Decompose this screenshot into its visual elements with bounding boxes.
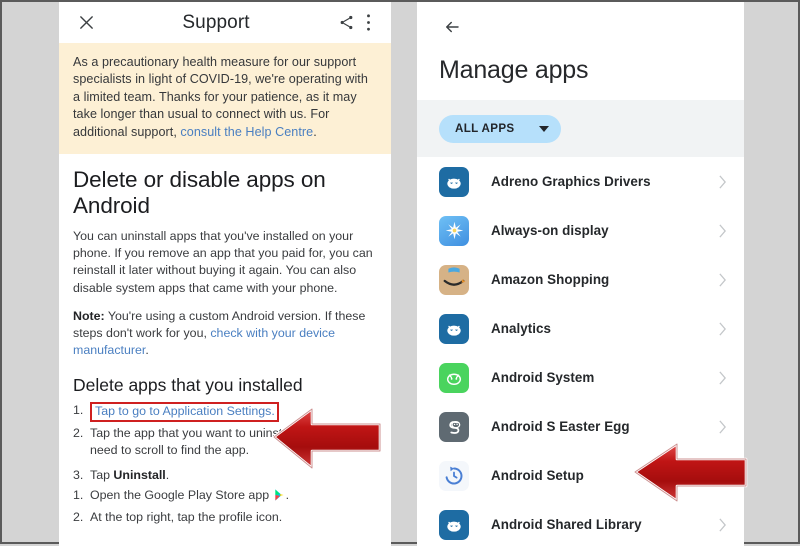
chevron-right-icon[interactable] bbox=[716, 468, 728, 483]
android-head-icon bbox=[439, 362, 469, 393]
step-text-prefix: Tap bbox=[90, 468, 114, 483]
step-text: Tap to go to Application Settings. bbox=[90, 402, 377, 423]
step-text-suffix: . bbox=[285, 488, 290, 503]
android-head-icon bbox=[439, 509, 469, 540]
list-item: 1. Tap to go to Application Settings. bbox=[73, 402, 377, 423]
list-item: 2. Tap the app that you want to uninstal… bbox=[73, 425, 377, 459]
section-title: Delete apps that you installed bbox=[73, 375, 303, 396]
application-settings-link[interactable]: Tap to go to Application Settings. bbox=[90, 402, 279, 423]
app-name: Always-on display bbox=[491, 223, 609, 238]
chevron-down-icon bbox=[539, 125, 549, 132]
app-name: Amazon Shopping bbox=[491, 272, 610, 287]
table-row[interactable]: Analytics bbox=[417, 304, 744, 353]
play-store-icon bbox=[274, 489, 285, 506]
chevron-right-icon[interactable] bbox=[716, 223, 728, 238]
app-name: Android S Easter Egg bbox=[491, 419, 630, 434]
table-row[interactable]: Android Shared Library bbox=[417, 500, 744, 546]
steps-list-primary: 1. Tap to go to Application Settings. 2.… bbox=[73, 402, 377, 484]
app-name: Android Setup bbox=[491, 468, 584, 483]
all-apps-filter-chip[interactable]: ALL APPS bbox=[439, 114, 561, 143]
manage-apps-panel: Manage apps ALL APPS Adreno Graphics Dri… bbox=[417, 2, 744, 546]
table-row[interactable]: Adreno Graphics Drivers bbox=[417, 157, 744, 206]
chevron-right-icon[interactable] bbox=[716, 370, 728, 385]
table-row[interactable]: Amazon Shopping bbox=[417, 255, 744, 304]
support-appbar: Support bbox=[59, 2, 391, 43]
step-text: Tap the app that you want to uninstall. … bbox=[90, 426, 350, 458]
starburst-icon bbox=[439, 215, 469, 246]
app-name: Adreno Graphics Drivers bbox=[491, 174, 651, 189]
history-clock-icon bbox=[439, 460, 469, 491]
step-text-suffix: . bbox=[165, 468, 170, 483]
step-text: Tap Uninstall. bbox=[90, 467, 377, 484]
note-text-tail: . bbox=[145, 343, 149, 358]
table-row[interactable]: Android System bbox=[417, 353, 744, 402]
help-centre-link[interactable]: consult the Help Centre bbox=[180, 125, 313, 139]
table-row[interactable]: Android S Easter Egg bbox=[417, 402, 744, 451]
step-text: Open the Google Play Store app . bbox=[90, 487, 377, 506]
list-item: 2. At the top right, tap the profile ico… bbox=[73, 509, 377, 526]
covid-banner: As a precautionary health measure for ou… bbox=[59, 43, 391, 155]
support-title: Support bbox=[182, 11, 250, 33]
filter-row: ALL APPS bbox=[417, 100, 744, 157]
step-text-body: Open the Google Play Store app bbox=[90, 488, 270, 503]
chevron-right-icon[interactable] bbox=[716, 419, 728, 434]
step-number: 2. bbox=[73, 426, 84, 441]
back-arrow-icon[interactable] bbox=[439, 14, 465, 40]
step-text: At the top right, tap the profile icon. bbox=[90, 510, 283, 525]
app-name: Analytics bbox=[491, 321, 551, 336]
android-head-icon bbox=[439, 166, 469, 197]
uninstall-keyword: Uninstall bbox=[113, 468, 166, 483]
share-icon[interactable] bbox=[333, 10, 359, 36]
manage-apps-header: Manage apps bbox=[417, 2, 744, 100]
support-panel: Support As a precautionary health measur… bbox=[59, 2, 391, 546]
page-title: Delete or disable apps on Android bbox=[73, 167, 326, 219]
banner-text-tail: . bbox=[313, 124, 317, 139]
steps-list-secondary: 1. Open the Google Play Store app . 2. A… bbox=[73, 487, 377, 526]
android-head-icon bbox=[439, 313, 469, 344]
intro-paragraph: You can uninstall apps that you've insta… bbox=[73, 229, 373, 295]
manage-apps-title: Manage apps bbox=[439, 56, 589, 84]
step-number: 2. bbox=[73, 510, 84, 525]
list-item: 1. Open the Google Play Store app . bbox=[73, 487, 377, 506]
close-icon[interactable] bbox=[73, 10, 99, 36]
step-number: 1. bbox=[73, 488, 84, 503]
step-number: 3. bbox=[73, 468, 84, 483]
amazon-smile-icon bbox=[439, 264, 469, 295]
note-label: Note: bbox=[73, 308, 105, 323]
screenshot-root: Support As a precautionary health measur… bbox=[0, 0, 800, 546]
app-name: Android System bbox=[491, 370, 595, 385]
android-s-icon bbox=[439, 411, 469, 442]
banner-text: As a precautionary health measure for ou… bbox=[73, 54, 377, 141]
chevron-right-icon[interactable] bbox=[716, 272, 728, 287]
more-vert-icon[interactable] bbox=[359, 10, 377, 36]
chevron-right-icon[interactable] bbox=[716, 517, 728, 532]
chip-label: ALL APPS bbox=[455, 122, 515, 135]
app-name: Android Shared Library bbox=[491, 517, 642, 532]
chevron-right-icon[interactable] bbox=[716, 174, 728, 189]
note-paragraph: Note: You're using a custom Android vers… bbox=[73, 308, 377, 360]
support-article: Delete or disable apps on Android You ca… bbox=[59, 154, 391, 526]
table-row[interactable]: Always-on display bbox=[417, 206, 744, 255]
list-item: 3. Tap Uninstall. bbox=[73, 467, 377, 484]
table-row[interactable]: Android Setup bbox=[417, 451, 744, 500]
chevron-right-icon[interactable] bbox=[716, 321, 728, 336]
step-number: 1. bbox=[73, 403, 84, 418]
app-list: Adreno Graphics Drivers Always-on displa… bbox=[417, 157, 744, 546]
